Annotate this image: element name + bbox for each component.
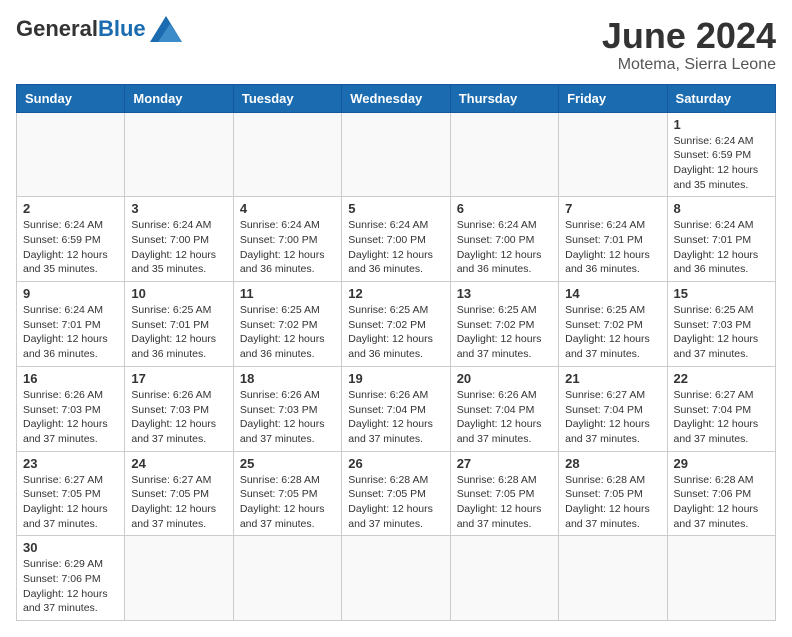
- table-row: 25Sunrise: 6:28 AMSunset: 7:05 PMDayligh…: [233, 451, 341, 536]
- table-row: [125, 112, 233, 197]
- table-row: 19Sunrise: 6:26 AMSunset: 7:04 PMDayligh…: [342, 366, 450, 451]
- table-row: 9Sunrise: 6:24 AMSunset: 7:01 PMDaylight…: [17, 282, 125, 367]
- table-row: 14Sunrise: 6:25 AMSunset: 7:02 PMDayligh…: [559, 282, 667, 367]
- table-row: 10Sunrise: 6:25 AMSunset: 7:01 PMDayligh…: [125, 282, 233, 367]
- table-row: [450, 112, 558, 197]
- table-row: 20Sunrise: 6:26 AMSunset: 7:04 PMDayligh…: [450, 366, 558, 451]
- header-tuesday: Tuesday: [233, 84, 341, 112]
- table-row: 2Sunrise: 6:24 AMSunset: 6:59 PMDaylight…: [17, 197, 125, 282]
- table-row: 7Sunrise: 6:24 AMSunset: 7:01 PMDaylight…: [559, 197, 667, 282]
- calendar-week-row: 23Sunrise: 6:27 AMSunset: 7:05 PMDayligh…: [17, 451, 776, 536]
- table-row: 21Sunrise: 6:27 AMSunset: 7:04 PMDayligh…: [559, 366, 667, 451]
- logo: GeneralBlue: [16, 16, 182, 42]
- table-row: 30Sunrise: 6:29 AMSunset: 7:06 PMDayligh…: [17, 536, 125, 621]
- weekday-header-row: Sunday Monday Tuesday Wednesday Thursday…: [17, 84, 776, 112]
- table-row: 8Sunrise: 6:24 AMSunset: 7:01 PMDaylight…: [667, 197, 775, 282]
- table-row: [667, 536, 775, 621]
- table-row: [559, 536, 667, 621]
- table-row: 16Sunrise: 6:26 AMSunset: 7:03 PMDayligh…: [17, 366, 125, 451]
- table-row: 29Sunrise: 6:28 AMSunset: 7:06 PMDayligh…: [667, 451, 775, 536]
- table-row: [342, 536, 450, 621]
- table-row: [233, 112, 341, 197]
- header-saturday: Saturday: [667, 84, 775, 112]
- header-thursday: Thursday: [450, 84, 558, 112]
- table-row: 22Sunrise: 6:27 AMSunset: 7:04 PMDayligh…: [667, 366, 775, 451]
- calendar-week-row: 16Sunrise: 6:26 AMSunset: 7:03 PMDayligh…: [17, 366, 776, 451]
- calendar-week-row: 30Sunrise: 6:29 AMSunset: 7:06 PMDayligh…: [17, 536, 776, 621]
- logo-text: GeneralBlue: [16, 18, 146, 40]
- calendar-week-row: 2Sunrise: 6:24 AMSunset: 6:59 PMDaylight…: [17, 197, 776, 282]
- table-row: 15Sunrise: 6:25 AMSunset: 7:03 PMDayligh…: [667, 282, 775, 367]
- header-friday: Friday: [559, 84, 667, 112]
- table-row: 1Sunrise: 6:24 AMSunset: 6:59 PMDaylight…: [667, 112, 775, 197]
- table-row: 13Sunrise: 6:25 AMSunset: 7:02 PMDayligh…: [450, 282, 558, 367]
- table-row: [233, 536, 341, 621]
- month-title: June 2024: [602, 16, 776, 56]
- table-row: 26Sunrise: 6:28 AMSunset: 7:05 PMDayligh…: [342, 451, 450, 536]
- calendar-week-row: 9Sunrise: 6:24 AMSunset: 7:01 PMDaylight…: [17, 282, 776, 367]
- table-row: 6Sunrise: 6:24 AMSunset: 7:00 PMDaylight…: [450, 197, 558, 282]
- table-row: [450, 536, 558, 621]
- table-row: 5Sunrise: 6:24 AMSunset: 7:00 PMDaylight…: [342, 197, 450, 282]
- table-row: 28Sunrise: 6:28 AMSunset: 7:05 PMDayligh…: [559, 451, 667, 536]
- logo-icon: [150, 16, 182, 42]
- logo-general: General: [16, 16, 98, 41]
- title-area: June 2024 Motema, Sierra Leone: [602, 16, 776, 74]
- header: GeneralBlue June 2024 Motema, Sierra Leo…: [16, 16, 776, 74]
- logo-blue: Blue: [98, 16, 146, 41]
- table-row: [559, 112, 667, 197]
- table-row: 17Sunrise: 6:26 AMSunset: 7:03 PMDayligh…: [125, 366, 233, 451]
- table-row: 4Sunrise: 6:24 AMSunset: 7:00 PMDaylight…: [233, 197, 341, 282]
- table-row: 27Sunrise: 6:28 AMSunset: 7:05 PMDayligh…: [450, 451, 558, 536]
- table-row: 3Sunrise: 6:24 AMSunset: 7:00 PMDaylight…: [125, 197, 233, 282]
- table-row: [17, 112, 125, 197]
- header-monday: Monday: [125, 84, 233, 112]
- table-row: 24Sunrise: 6:27 AMSunset: 7:05 PMDayligh…: [125, 451, 233, 536]
- calendar-week-row: 1Sunrise: 6:24 AMSunset: 6:59 PMDaylight…: [17, 112, 776, 197]
- header-wednesday: Wednesday: [342, 84, 450, 112]
- header-sunday: Sunday: [17, 84, 125, 112]
- table-row: 18Sunrise: 6:26 AMSunset: 7:03 PMDayligh…: [233, 366, 341, 451]
- table-row: 12Sunrise: 6:25 AMSunset: 7:02 PMDayligh…: [342, 282, 450, 367]
- table-row: 11Sunrise: 6:25 AMSunset: 7:02 PMDayligh…: [233, 282, 341, 367]
- calendar-page: GeneralBlue June 2024 Motema, Sierra Leo…: [0, 0, 792, 637]
- subtitle: Motema, Sierra Leone: [602, 56, 776, 74]
- table-row: 23Sunrise: 6:27 AMSunset: 7:05 PMDayligh…: [17, 451, 125, 536]
- calendar-table: Sunday Monday Tuesday Wednesday Thursday…: [16, 84, 776, 622]
- table-row: [125, 536, 233, 621]
- table-row: [342, 112, 450, 197]
